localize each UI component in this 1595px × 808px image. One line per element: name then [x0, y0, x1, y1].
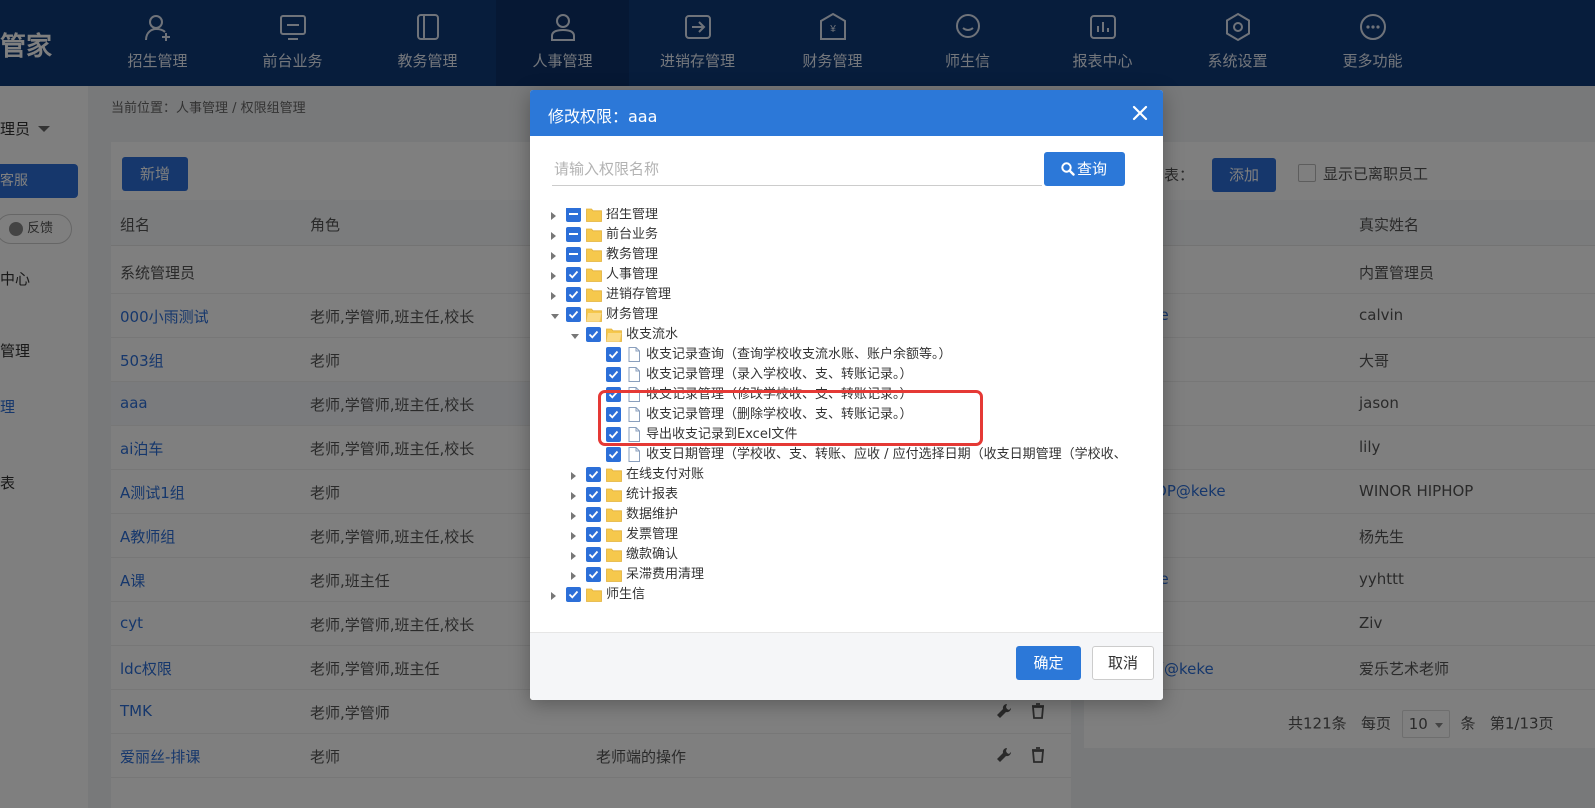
tree-node-label: 财务管理 — [606, 307, 659, 322]
tree-node-checkbox[interactable] — [566, 247, 581, 262]
folder-icon — [606, 528, 622, 542]
expand-arrow-icon[interactable] — [571, 552, 576, 560]
file-icon — [628, 367, 640, 382]
close-icon[interactable] — [1131, 104, 1149, 122]
folder-open-icon — [606, 328, 622, 342]
folder-icon — [606, 468, 622, 482]
tree-node-label: 收支记录管理（录入学校收、支、转账记录。） — [646, 367, 913, 382]
folder-icon — [586, 248, 602, 262]
tree-node-label: 数据维护 — [626, 507, 679, 522]
dialog-footer: 确定 取消 — [530, 632, 1163, 700]
tree-node-label: 导出收支记录到Excel文件 — [646, 427, 798, 442]
tree-node-checkbox[interactable] — [586, 547, 601, 562]
folder-icon — [586, 268, 602, 282]
file-icon — [628, 387, 640, 402]
tree-node-label: 收支记录查询（查询学校收支流水账、账户余额等。） — [646, 347, 952, 362]
edit-permission-dialog: 修改权限：aaa 查询 招生管理前台业务教务管理人事管理进销存管理财务管理收支流… — [530, 90, 1163, 700]
file-icon — [628, 407, 640, 422]
folder-icon — [606, 548, 622, 562]
folder-icon — [586, 228, 602, 242]
tree-node-label: 人事管理 — [606, 267, 659, 282]
tree-node-label: 收支日期管理（学校收、支、转账、应收 / 应付选择日期（收支日期管理（学校收、 — [646, 447, 1127, 462]
tree-node-checkbox[interactable] — [566, 307, 581, 322]
file-icon — [628, 447, 640, 462]
file-icon — [628, 347, 640, 362]
tree-node-label: 师生信 — [606, 587, 646, 602]
tree-node-label: 收支流水 — [626, 327, 679, 342]
tree-node-checkbox[interactable] — [566, 227, 581, 242]
folder-icon — [586, 288, 602, 302]
expand-arrow-icon[interactable] — [571, 492, 576, 500]
tree-node-label: 进销存管理 — [606, 287, 672, 302]
tree-node-checkbox[interactable] — [586, 487, 601, 502]
cancel-button[interactable]: 取消 — [1092, 646, 1154, 680]
search-icon — [1061, 162, 1075, 176]
tree-node-checkbox[interactable] — [606, 387, 621, 402]
tree-node-checkbox[interactable] — [586, 327, 601, 342]
expand-arrow-icon[interactable] — [551, 272, 556, 280]
file-icon — [628, 427, 640, 442]
tree-node-checkbox[interactable] — [566, 267, 581, 282]
folder-icon — [606, 508, 622, 522]
tree-node-label: 招生管理 — [606, 208, 659, 222]
tree-node-label: 缴款确认 — [626, 547, 679, 562]
tree-node-checkbox[interactable] — [586, 567, 601, 582]
tree-node-label: 统计报表 — [626, 487, 679, 502]
tree-node-checkbox[interactable] — [606, 347, 621, 362]
folder-icon — [606, 488, 622, 502]
search-button[interactable]: 查询 — [1044, 152, 1125, 186]
permission-tree: 招生管理前台业务教务管理人事管理进销存管理财务管理收支流水收支记录查询（查询学校… — [530, 208, 1163, 700]
tree-node-label: 前台业务 — [606, 227, 659, 242]
expand-arrow-icon[interactable] — [551, 292, 556, 300]
permission-search-input[interactable] — [552, 152, 1042, 186]
collapse-arrow-icon[interactable] — [571, 334, 579, 339]
tree-node-checkbox[interactable] — [586, 507, 601, 522]
expand-arrow-icon[interactable] — [571, 532, 576, 540]
tree-node-checkbox[interactable] — [606, 427, 621, 442]
search-button-label: 查询 — [1077, 160, 1108, 178]
confirm-button[interactable]: 确定 — [1016, 646, 1081, 680]
expand-arrow-icon[interactable] — [551, 232, 556, 240]
tree-node-checkbox[interactable] — [606, 367, 621, 382]
tree-node-checkbox[interactable] — [566, 587, 581, 602]
tree-node-checkbox[interactable] — [586, 467, 601, 482]
tree-node-checkbox[interactable] — [606, 447, 621, 462]
tree-node-checkbox[interactable] — [606, 407, 621, 422]
expand-arrow-icon[interactable] — [571, 472, 576, 480]
expand-arrow-icon[interactable] — [571, 512, 576, 520]
folder-icon — [586, 208, 602, 222]
tree-node-label: 收支记录管理（修改学校收、支、转账记录。） — [646, 387, 913, 402]
folder-open-icon — [586, 308, 602, 322]
tree-node-label: 呆滞费用清理 — [626, 567, 705, 582]
tree-node-checkbox[interactable] — [566, 208, 581, 222]
expand-arrow-icon[interactable] — [551, 252, 556, 260]
tree-node-checkbox[interactable] — [566, 287, 581, 302]
folder-icon — [586, 588, 602, 602]
tree-node-label: 在线支付对账 — [626, 467, 705, 482]
dialog-header: 修改权限：aaa — [530, 90, 1163, 136]
dialog-title: 修改权限：aaa — [548, 107, 658, 126]
expand-arrow-icon[interactable] — [571, 572, 576, 580]
expand-arrow-icon[interactable] — [551, 592, 556, 600]
folder-icon — [606, 568, 622, 582]
collapse-arrow-icon[interactable] — [551, 314, 559, 319]
tree-node-label: 发票管理 — [626, 527, 679, 542]
expand-arrow-icon[interactable] — [551, 212, 556, 220]
tree-node-label: 收支记录管理（删除学校收、支、转账记录。） — [646, 407, 913, 422]
tree-node-label: 教务管理 — [606, 247, 659, 262]
tree-node-checkbox[interactable] — [586, 527, 601, 542]
